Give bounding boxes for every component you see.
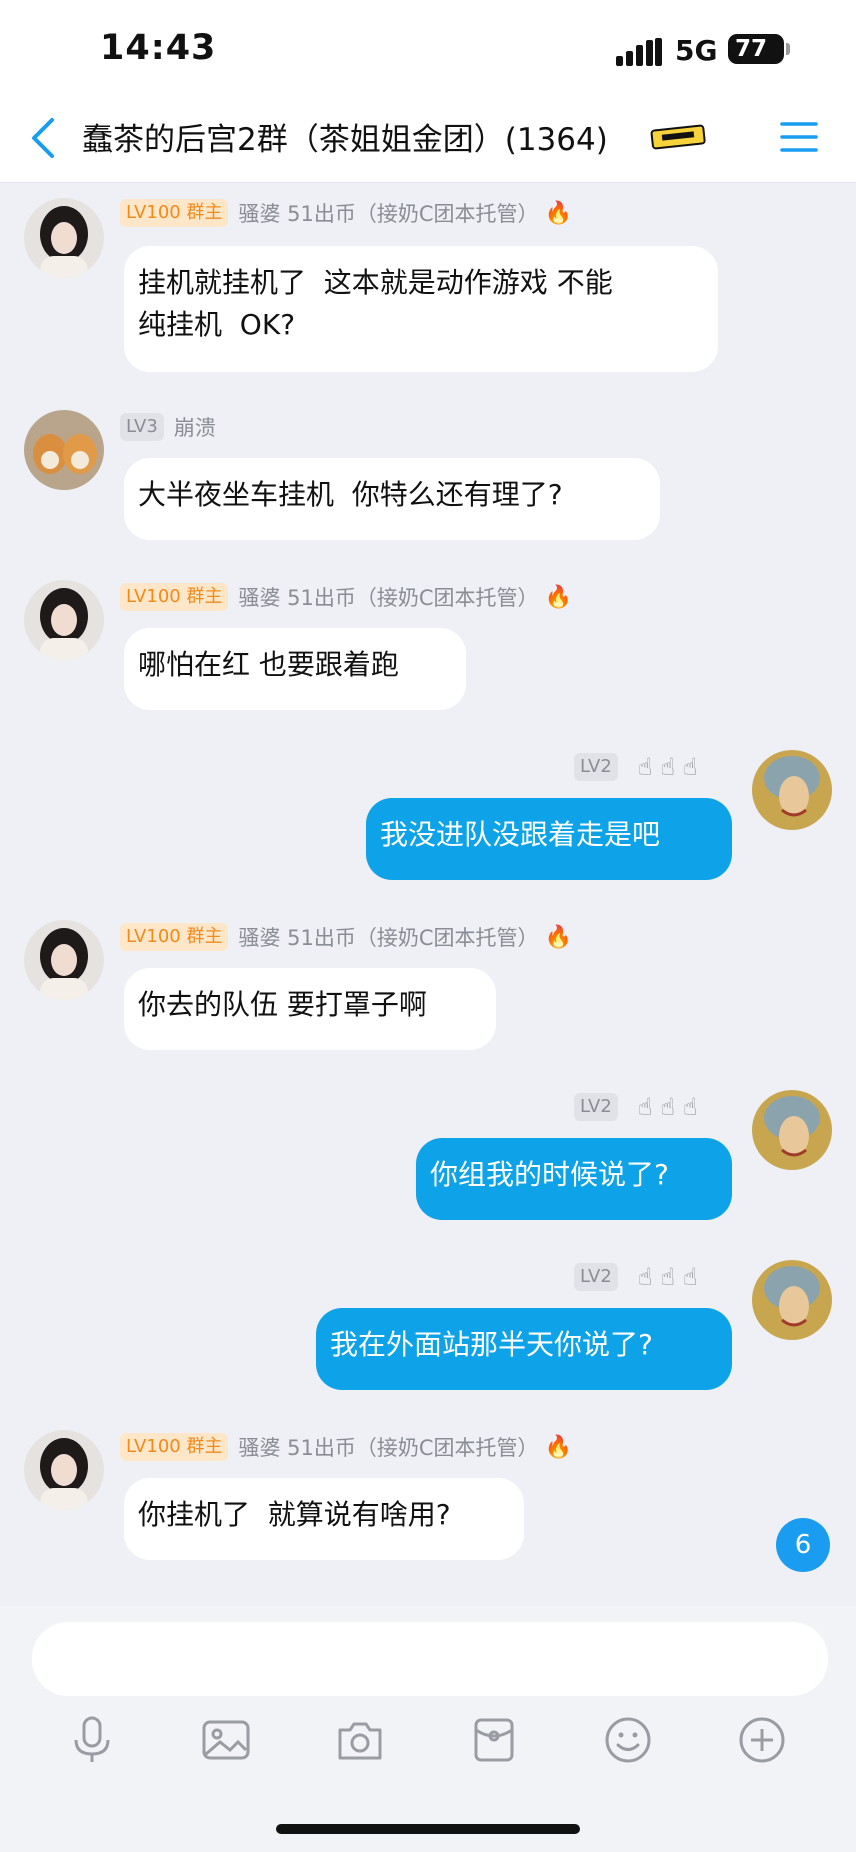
level-badge: LV100 群主 [120, 199, 229, 227]
sender-name: 崩溃 [173, 416, 216, 440]
fire-icon: 🔥 [544, 200, 572, 226]
camera-icon[interactable] [334, 1714, 386, 1766]
finger-pointing-icons: ☝☝☝ [637, 1263, 706, 1291]
battery-level: 77 [728, 34, 784, 64]
signal-icon [616, 38, 662, 66]
image-icon[interactable] [200, 1714, 252, 1766]
message-text: 哪怕在红 也要跟着跑 [138, 648, 399, 681]
sender-name: 骚婆 51出币（接奶C团本托管） [238, 1436, 539, 1460]
finger-pointing-icons: ☝☝☝ [637, 753, 706, 781]
sender-meta: LV100 群主 骚婆 51出币（接奶C团本托管） 🔥 [120, 198, 572, 228]
avatar[interactable] [24, 920, 104, 1000]
sender-meta: LV100 群主 骚婆 51出币（接奶C团本托管） 🔥 [120, 1432, 572, 1462]
message-input[interactable] [32, 1622, 828, 1696]
unread-count-badge[interactable]: 6 [776, 1518, 830, 1572]
battery-tip [786, 43, 790, 55]
avatar[interactable] [752, 1260, 832, 1340]
network-type: 5G [675, 34, 718, 67]
level-badge: LV100 群主 [120, 583, 229, 611]
level-badge: LV2 [574, 1263, 618, 1291]
message-text: 挂机就挂机了 这本就是动作游戏 不能 纯挂机 OK? [138, 266, 613, 341]
avatar[interactable] [24, 198, 104, 278]
sender-name: 骚婆 51出币（接奶C团本托管） [238, 926, 539, 950]
message-bubble[interactable]: 我没进队没跟着走是吧 [366, 798, 732, 880]
message-bubble[interactable]: 你挂机了 就算说有啥用? [124, 1478, 524, 1560]
level-badge: LV100 群主 [120, 923, 229, 951]
sender-meta: LV2 ☝☝☝ [574, 752, 706, 782]
status-bar: 14:43 5G 77 [0, 0, 856, 92]
emoji-icon[interactable] [602, 1714, 654, 1766]
message-text: 你挂机了 就算说有啥用? [138, 1498, 451, 1531]
plus-icon[interactable] [736, 1714, 788, 1766]
home-indicator [276, 1824, 580, 1834]
level-badge: LV100 群主 [120, 1433, 229, 1461]
message-bubble[interactable]: 你去的队伍 要打罩子啊 [124, 968, 496, 1050]
input-bar [0, 1606, 856, 1852]
level-badge: LV2 [574, 753, 618, 781]
sender-meta: LV3 崩溃 [120, 412, 216, 442]
sender-name: 骚婆 51出币（接奶C团本托管） [238, 202, 539, 226]
message-text: 大半夜坐车挂机 你特么还有理了? [138, 478, 563, 511]
message-text: 你去的队伍 要打罩子啊 [138, 988, 427, 1021]
sender-meta: LV100 群主 骚婆 51出币（接奶C团本托管） 🔥 [120, 922, 572, 952]
avatar[interactable] [752, 750, 832, 830]
level-badge: LV3 [120, 413, 164, 441]
finger-pointing-icons: ☝☝☝ [637, 1093, 706, 1121]
mic-icon[interactable] [66, 1714, 118, 1766]
fire-icon: 🔥 [544, 1434, 572, 1460]
fire-icon: 🔥 [544, 584, 572, 610]
back-icon[interactable] [26, 116, 60, 160]
message-bubble[interactable]: 哪怕在红 也要跟着跑 [124, 628, 466, 710]
message-text: 我没进队没跟着走是吧 [380, 818, 661, 851]
chat-header: 蠢茶的后宫2群（茶姐姐金团）(1364) [0, 92, 856, 183]
message-bubble[interactable]: 我在外面站那半天你说了? [316, 1308, 732, 1390]
hooray-sticker-icon [650, 124, 706, 150]
avatar[interactable] [24, 580, 104, 660]
message-bubble[interactable]: 你组我的时候说了? [416, 1138, 732, 1220]
message-bubble[interactable]: 挂机就挂机了 这本就是动作游戏 不能 纯挂机 OK? [124, 246, 718, 372]
status-time: 14:43 [100, 28, 217, 68]
avatar[interactable] [24, 1430, 104, 1510]
sender-meta: LV2 ☝☝☝ [574, 1262, 706, 1292]
level-badge: LV2 [574, 1093, 618, 1121]
sender-meta: LV2 ☝☝☝ [574, 1092, 706, 1122]
message-text: 你组我的时候说了? [430, 1158, 669, 1191]
avatar[interactable] [24, 410, 104, 490]
chat-title: 蠢茶的后宫2群（茶姐姐金团）(1364) [82, 122, 608, 158]
red-packet-icon[interactable] [468, 1714, 520, 1766]
sender-meta: LV100 群主 骚婆 51出币（接奶C团本托管） 🔥 [120, 582, 572, 612]
menu-icon[interactable] [780, 120, 818, 154]
fire-icon: 🔥 [544, 924, 572, 950]
avatar[interactable] [752, 1090, 832, 1170]
sender-name: 骚婆 51出币（接奶C团本托管） [238, 586, 539, 610]
message-bubble[interactable]: 大半夜坐车挂机 你特么还有理了? [124, 458, 660, 540]
message-text: 我在外面站那半天你说了? [330, 1328, 653, 1361]
